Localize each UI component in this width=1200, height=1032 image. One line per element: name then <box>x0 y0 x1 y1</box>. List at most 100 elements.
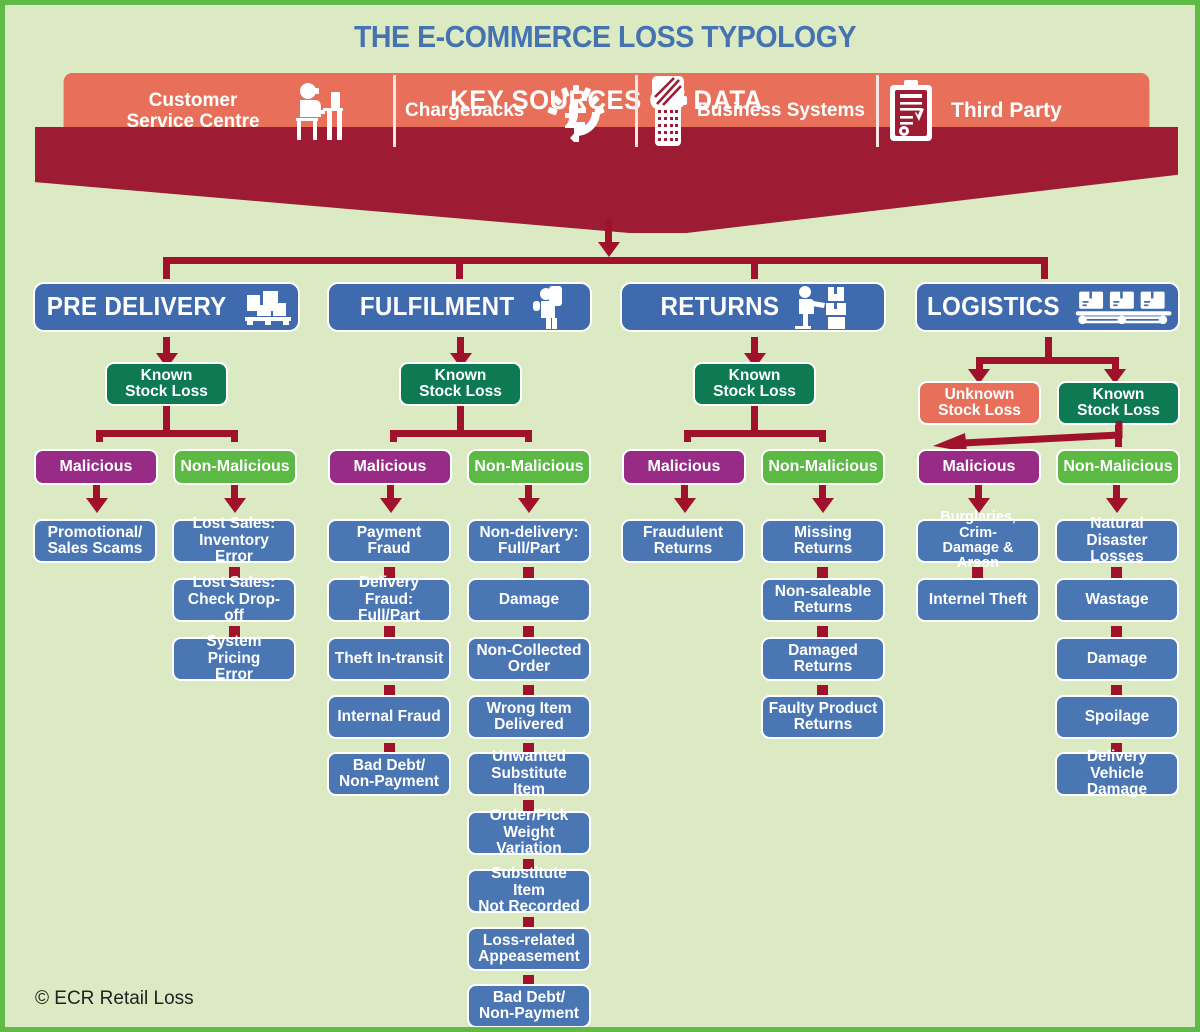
c1-nm-sq-2 <box>523 626 534 637</box>
c3-m-sq-1 <box>972 567 983 578</box>
leaf-item[interactable]: Promotional/Sales Scams <box>33 519 157 563</box>
category-returns[interactable]: RETURNS <box>620 282 886 332</box>
c1-split-bar <box>390 430 532 437</box>
leaf-label: Internal Fraud <box>337 707 441 725</box>
leaf-item[interactable]: Lost Sales: Check Drop-off <box>172 575 296 624</box>
c0-mal-arrow <box>86 498 108 513</box>
c1-mal-arrow <box>380 498 402 513</box>
leaf-item[interactable]: Loss-related Appeasement <box>467 927 591 971</box>
leaf-label: Spoilage <box>1084 707 1150 725</box>
leaf-label: Fraudulent Returns <box>642 523 724 557</box>
leaf-item[interactable]: Damage <box>1055 637 1179 681</box>
key-sources-banner: KEY SOURCES OF DATA Customer Service Cent… <box>35 73 1178 233</box>
leaf-label: Internel Theft <box>928 590 1028 608</box>
leaf-item[interactable]: Internel Theft <box>916 578 1040 622</box>
leaf-label: Payment Fraud <box>356 523 422 557</box>
leaf-label: Non-saleable Returns <box>774 582 872 616</box>
category-fulfilment[interactable]: FULFILMENT <box>327 282 592 332</box>
category-label-3: LOGISTICS <box>926 291 1060 322</box>
c1-malicious[interactable]: Malicious <box>328 449 452 485</box>
leaf-label: Wrong Item Delivered <box>486 699 572 733</box>
c2-malicious[interactable]: Malicious <box>622 449 746 485</box>
c3-known-label: Known Stock Loss <box>1077 385 1160 419</box>
leaf-label: Lost Sales: Inventory Error <box>192 515 276 566</box>
leaf-item[interactable]: Fraudulent Returns <box>621 519 745 563</box>
leaf-item[interactable]: Burglaries, Crim- Damage & Arson <box>916 510 1040 571</box>
leaf-label: Bad Debt/Non-Payment <box>339 756 439 790</box>
leaf-label: System Pricing Error <box>206 633 262 684</box>
leaf-item[interactable]: Non-saleable Returns <box>761 578 885 622</box>
pallet-boxes-icon <box>244 291 291 325</box>
c3-unknown-label: Unknown Stock Loss <box>938 385 1021 419</box>
leaf-item[interactable]: Non-Collected Order <box>467 637 591 681</box>
source-third-party[interactable]: Third Party <box>887 73 1147 149</box>
page-title: THE E-COMMERCE LOSS TYPOLOGY <box>353 19 857 54</box>
leaf-item[interactable]: Damaged Returns <box>761 637 885 681</box>
leaf-item[interactable]: Delivery Fraud: Full/Part <box>327 575 451 624</box>
returns-worker-icon <box>795 286 847 329</box>
leaf-item[interactable]: Theft In-transit <box>327 637 451 681</box>
c1-malicious-label: Malicious <box>353 457 427 475</box>
handheld-scanner-icon <box>652 76 687 146</box>
c2-known-label: Known Stock Loss <box>713 366 796 400</box>
leaf-item[interactable]: Unwanted Substitute Item <box>467 749 591 798</box>
source-customer-service-centre[interactable]: Customer Service Centre <box>95 73 395 149</box>
c3-nonmal-drop <box>1115 425 1122 447</box>
leaf-label: Damage <box>1086 649 1148 667</box>
source-label-3: Third Party <box>951 99 1062 123</box>
leaf-item[interactable]: Wrong Item Delivered <box>467 695 591 739</box>
leaf-item[interactable]: Lost Sales: Inventory Error <box>172 515 296 566</box>
leaf-item[interactable]: Bad Debt/Non-Payment <box>467 984 591 1027</box>
c2-nonmal-arrow <box>812 498 834 513</box>
c2-nonmal-drop <box>819 430 826 442</box>
c1-nm-sq-1 <box>523 567 534 578</box>
leaf-item[interactable]: Payment Fraud <box>327 519 451 563</box>
c0-malicious[interactable]: Malicious <box>34 449 158 485</box>
leaf-label: Delivery Vehicle Damage <box>1086 748 1148 799</box>
c0-known-stock-loss[interactable]: Known Stock Loss <box>105 362 228 406</box>
leaf-item[interactable]: Order/Pick Weight Variation <box>467 807 591 858</box>
c2-non-malicious-label: Non-Malicious <box>768 457 878 475</box>
category-label-2: RETURNS <box>660 291 779 322</box>
category-logistics[interactable]: LOGISTICS <box>915 282 1180 332</box>
leaf-item[interactable]: Spoilage <box>1055 695 1179 739</box>
leaf-label: Bad Debt/Non-Payment <box>479 988 579 1022</box>
leaf-item[interactable]: Substitute Item Not Recorded <box>467 866 591 915</box>
c0-nonmal-drop <box>231 430 238 442</box>
source-chargebacks[interactable]: Chargebacks <box>405 73 635 149</box>
c3-split-bar <box>976 357 1118 364</box>
c2-non-malicious[interactable]: Non-Malicious <box>761 449 885 485</box>
leaf-label: Order/Pick Weight Variation <box>489 807 569 858</box>
leaf-item[interactable]: Wastage <box>1055 578 1179 622</box>
leaf-label: Burglaries, Crim- Damage & Arson <box>940 509 1016 572</box>
leaf-item[interactable]: Non-delivery: Full/Part <box>467 519 591 563</box>
c2-nm-sq-2 <box>817 626 828 637</box>
leaf-label: Natural Disaster Losses <box>1086 515 1148 566</box>
leaf-label: Theft In-transit <box>334 649 444 667</box>
c1-non-malicious[interactable]: Non-Malicious <box>467 449 591 485</box>
category-pre-delivery[interactable]: PRE DELIVERY <box>33 282 300 332</box>
leaf-item[interactable]: Faulty Product Returns <box>761 695 885 739</box>
c1-known-stock-loss[interactable]: Known Stock Loss <box>399 362 522 406</box>
leaf-item[interactable]: Internal Fraud <box>327 695 451 739</box>
leaf-item[interactable]: Delivery Vehicle Damage <box>1055 748 1179 799</box>
pound-refund-icon <box>547 85 605 142</box>
c1-nonmal-drop <box>525 430 532 442</box>
c3-malicious[interactable]: Malicious <box>917 449 1041 485</box>
leaf-item[interactable]: Missing Returns <box>761 519 885 563</box>
leaf-item[interactable]: Bad Debt/Non-Payment <box>327 752 451 796</box>
c2-known-stock-loss[interactable]: Known Stock Loss <box>693 362 816 406</box>
c3-non-malicious[interactable]: Non-Malicious <box>1056 449 1180 485</box>
leaf-label: Loss-related Appeasement <box>478 931 580 965</box>
leaf-item[interactable]: System Pricing Error <box>172 633 296 684</box>
leaf-item[interactable]: Natural Disaster Losses <box>1055 515 1179 566</box>
agent-at-desk-icon <box>296 83 343 140</box>
leaf-item[interactable]: Damage <box>467 578 591 622</box>
c0-split-bar <box>96 430 238 437</box>
source-label-0: Customer Service Centre <box>126 89 260 132</box>
category-label-1: FULFILMENT <box>359 291 515 322</box>
c2-mal-drop <box>684 430 691 442</box>
c0-non-malicious[interactable]: Non-Malicious <box>173 449 297 485</box>
c2-mal-arrow <box>674 498 696 513</box>
leaf-label: Damage <box>498 590 560 608</box>
